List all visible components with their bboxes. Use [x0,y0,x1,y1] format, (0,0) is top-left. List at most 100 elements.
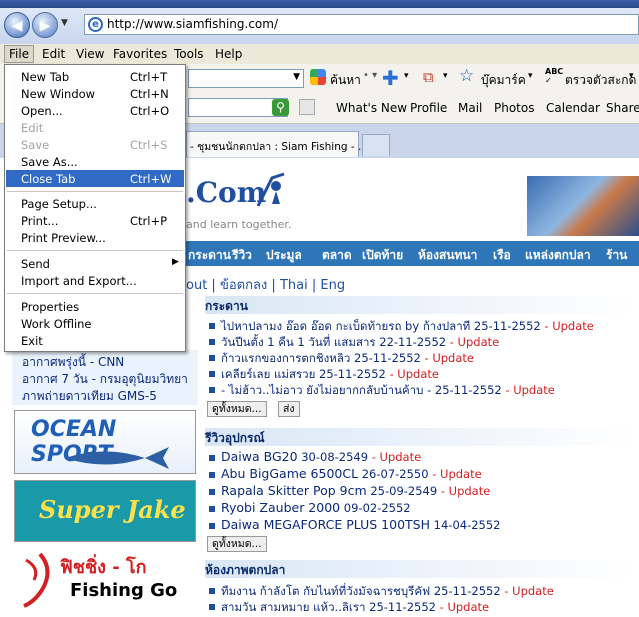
board-item-text: วันปีนตั้ง 1 คืน 1 วันที่ แสมสาร [221,335,376,349]
menu-favorites[interactable]: Favorites [113,47,167,61]
review-item[interactable]: Daiwa BG20 30-08-2549 - Update [221,449,421,464]
bullet-icon [209,604,215,610]
toolbar-link-profile[interactable]: Profile [410,101,447,115]
menu-help[interactable]: Help [215,47,242,61]
menu-item-label: Close Tab [21,172,76,186]
review-view-all-button[interactable]: ดูทั้งหมด... [207,536,267,552]
satellite-link[interactable]: ภาพถ่ายดาวเทียม GMS-5 [22,387,157,406]
bullet-icon [209,523,215,529]
nav-review[interactable]: รีวิว [232,246,252,265]
chevron-down-icon[interactable]: ▾ [404,71,409,81]
nav-board[interactable]: กระดาน [188,246,231,265]
bullet-icon [209,323,215,329]
plus-icon[interactable]: ✚ [382,66,399,90]
review-item[interactable]: Ryobi Zauber 2000 09-02-2552 [221,500,411,515]
search-label[interactable]: ค้นหา [330,71,361,90]
about-link[interactable]: out [186,278,207,293]
menu-item-send[interactable]: Send ▶ [6,255,184,272]
tab-title: - ชุมชนนักตกปลา : Siam Fishing - ... [190,141,369,153]
menu-item-properties[interactable]: Properties [6,298,184,315]
google-icon[interactable] [310,69,326,85]
menu-item-shortcut: Ctrl+T [130,70,168,84]
tool-icon[interactable] [299,99,315,115]
menu-item-work-offline[interactable]: Work Offline [6,315,184,332]
update-tag: - Update [432,467,482,481]
nav-shops[interactable]: ร้านค้า [606,246,639,284]
search-combo[interactable]: ▼ [188,69,304,88]
banner-super-jake[interactable]: Super Jake [14,480,196,542]
file-menu-dropdown: New Tab Ctrl+T New Window Ctrl+N Open... Ct… [4,64,186,352]
search-go-icon[interactable]: ⚲ [272,99,289,116]
toolbar-link-whats-new[interactable]: What's New [336,101,407,115]
chevron-down-icon[interactable]: ▾ [629,71,634,81]
menu-item-open[interactable]: Open... Ctrl+O [6,102,184,119]
menu-item-print-preview[interactable]: Print Preview... [6,229,184,246]
nav-boat[interactable]: เรือ [493,246,511,265]
toolbar-link-calendar[interactable]: Calendar [546,101,600,115]
menu-item-page-setup[interactable]: Page Setup... [6,195,184,212]
menu-file[interactable]: File [4,45,35,63]
star-icon[interactable]: ☆ [459,66,474,86]
review-item[interactable]: Rapala Skitter Pop 9cm 25-09-2549 - Upda… [221,483,490,498]
lang-eng-link[interactable]: Eng [320,278,345,293]
update-tag: - Update [449,335,500,349]
review-item[interactable]: Abu BigGame 6500CL 26-07-2550 - Update [221,466,482,481]
menu-item-label: New Window [21,87,96,101]
board-section-header [205,296,635,314]
history-dropdown-icon[interactable]: ▼ [61,18,68,28]
address-url: http://www.siamfishing.com/ [107,17,279,31]
banner-fishing-go[interactable]: ฟิชชิ่ง - โก Fishing Go [14,548,196,614]
toolbar-link-mail[interactable]: Mail [458,101,482,115]
menu-tools[interactable]: Tools [174,47,204,61]
nav-market[interactable]: ตลาด [322,246,352,265]
board-item-text: - ไม่ฮ้าว..ไม่อาว ยังไม่อยากกลับบ้านค้าบ… [221,383,432,397]
board-item-date: 25-11-2552 [434,383,502,397]
menu-item-new-tab[interactable]: New Tab Ctrl+T [6,68,184,85]
menu-item-save-as[interactable]: Save As... [6,153,184,170]
review-section-header [205,428,635,446]
chevron-down-icon[interactable]: ▾ [528,71,533,81]
review-item-date: 09-02-2552 [343,501,411,515]
bullet-icon [209,387,215,393]
toolbar-link-photos[interactable]: Photos [494,101,534,115]
toolbar-link-share[interactable]: Share [606,101,639,115]
menu-view[interactable]: View [76,47,104,61]
lang-thai-link[interactable]: Thai [280,278,308,293]
spellcheck-icon[interactable]: ABC ✓ [545,67,563,85]
back-button[interactable]: ◀ [4,12,30,38]
nav-open-trunk[interactable]: เปิดท้าย [362,246,403,265]
board-post-button[interactable]: ส่ง [278,401,300,417]
board-item-date: 25-11-2552 [319,367,386,381]
nav-fishing-spots[interactable]: แหล่งตกปลา [525,246,591,265]
menu-item-label: Work Offline [21,317,92,331]
menu-item-shortcut: Ctrl+N [130,87,169,101]
menu-item-print[interactable]: Print... Ctrl+P [6,212,184,229]
new-tab-button[interactable] [362,134,390,156]
nav-chat-room[interactable]: ห้องสนทนา [418,246,477,265]
fish-icon [65,447,169,469]
banner-ocean-sport[interactable]: OCEAN SPORT [14,410,196,474]
tab-siamfishing[interactable]: - ชุมชนนักตกปลา : Siam Fishing - ... [186,131,368,157]
menu-separator [7,191,183,192]
photo-item[interactable]: สามวัน สามหมาย แห้ว..ลิเรา 25-11-2552 - … [221,599,489,617]
menu-item-close-tab[interactable]: Close Tab Ctrl+W [6,170,184,187]
bookmarks-label[interactable]: บุ๊คมาร์ค [481,71,526,90]
menu-item-import-export[interactable]: Import and Export... [6,272,184,289]
search-options-icon[interactable]: • ▾ [363,70,377,81]
forward-button[interactable]: ▶ [32,12,58,38]
board-view-all-button[interactable]: ดูทั้งหมด... [207,401,267,417]
nav-auction[interactable]: ประมูล [266,246,302,265]
board-item[interactable]: - ไม่ฮ้าว..ไม่อาว ยังไม่อยากกลับบ้านค้าบ… [221,382,555,400]
menu-item-new-window[interactable]: New Window Ctrl+N [6,85,184,102]
chevron-down-icon[interactable]: ▾ [443,71,448,81]
review-item-date: 25-09-2549 [370,484,438,498]
menu-item-shortcut: Ctrl+O [130,104,170,118]
menu-item-exit[interactable]: Exit [6,332,184,349]
fishing-go-thai-text: ฟิชชิ่ง - โก [60,557,147,578]
block-popup-icon[interactable]: ⧉ [423,68,434,86]
review-item[interactable]: Daiwa MEGAFORCE PLUS 100TSH 14-04-2552 [221,517,501,532]
agreement-link[interactable]: ข้อตกลง [220,278,267,293]
address-bar[interactable]: e http://www.siamfishing.com/ [84,14,639,35]
menu-edit[interactable]: Edit [42,47,65,61]
spellcheck-label[interactable]: ตรวจตัวสะกด [565,71,636,90]
